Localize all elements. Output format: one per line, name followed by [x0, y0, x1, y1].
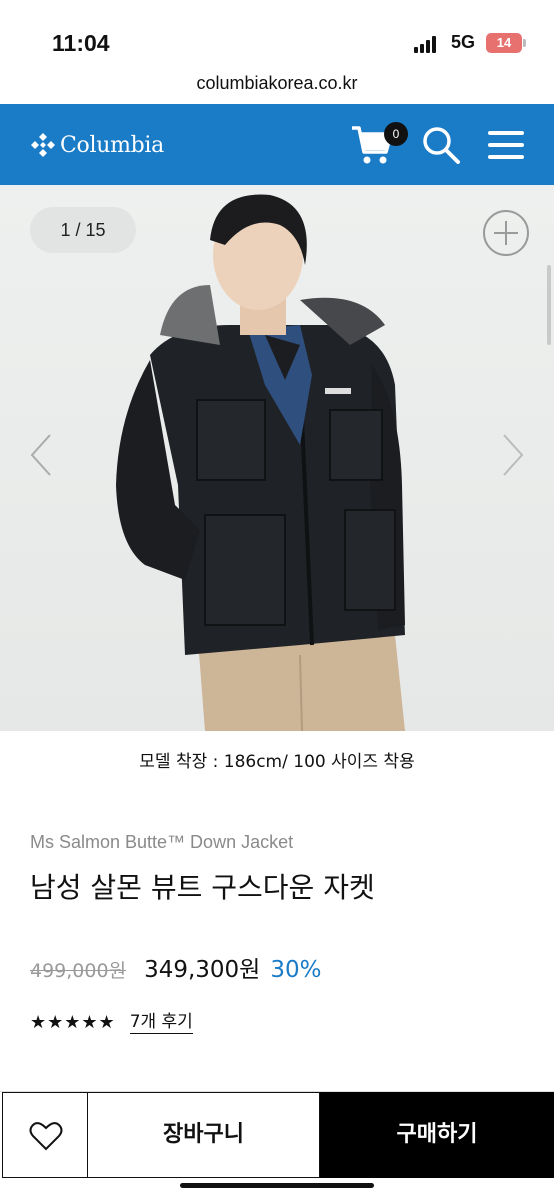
status-bar: 11:04 5G 14	[0, 0, 554, 66]
columbia-logo-icon	[31, 133, 55, 157]
image-counter: 1 / 15	[30, 207, 136, 253]
chevron-right-icon[interactable]	[500, 431, 526, 479]
rating-row: ★★★★★ 7개 후기	[30, 1008, 193, 1036]
product-title: 남성 살몬 뷰트 구스다운 자켓	[30, 871, 375, 904]
home-indicator[interactable]	[180, 1183, 374, 1188]
scrollbar[interactable]	[547, 265, 551, 345]
signal-icon	[414, 35, 440, 53]
chevron-left-icon[interactable]	[28, 431, 54, 479]
sale-price: 349,300원	[144, 957, 261, 983]
buy-now-button[interactable]: 구매하기	[320, 1092, 554, 1178]
add-to-cart-button[interactable]: 장바구니	[88, 1092, 320, 1178]
wishlist-button[interactable]	[2, 1092, 88, 1178]
reviews-link[interactable]: 7개 후기	[129, 1011, 193, 1034]
price-row: 499,000원 349,300원 30%	[30, 950, 321, 984]
menu-icon[interactable]	[486, 128, 526, 162]
cart-count-badge: 0	[384, 122, 408, 146]
product-photo	[0, 185, 554, 731]
battery-level: 14	[496, 35, 512, 50]
battery-tip	[523, 39, 526, 47]
url-bar[interactable]: columbiakorea.co.kr	[0, 66, 554, 104]
zoom-plus-icon[interactable]	[482, 209, 530, 257]
product-english-name: Ms Salmon Butte™ Down Jacket	[30, 832, 294, 852]
star-rating: ★★★★★	[30, 1011, 116, 1033]
columbia-logo[interactable]: Columbia	[30, 128, 164, 162]
discount-rate: 30%	[270, 957, 322, 983]
battery-icon: 14	[486, 33, 522, 53]
site-header: Columbia	[0, 104, 554, 185]
status-time: 11:04	[52, 30, 110, 56]
network-label: 5G	[451, 32, 476, 52]
model-size-caption: 모델 착장 : 186cm/ 100 사이즈 착용	[139, 752, 415, 772]
search-icon[interactable]	[420, 124, 462, 166]
original-price: 499,000원	[30, 960, 127, 982]
product-image-gallery[interactable]: 1 / 15	[0, 185, 554, 731]
logo-text: Columbia	[60, 132, 164, 158]
heart-icon	[29, 1122, 63, 1151]
